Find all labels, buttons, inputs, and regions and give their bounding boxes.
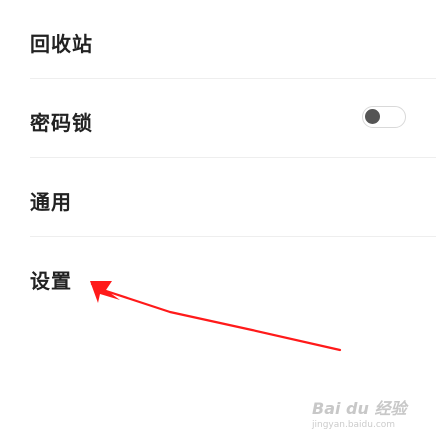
- red-arrow-icon: [90, 281, 342, 352]
- app-screen: { "menu": { "items": [ { "label": "回收站",…: [0, 0, 436, 444]
- watermark-url: jingyan.baidu.com: [312, 420, 396, 430]
- baidu-watermark: Bai du 经验 jingyan.baidu.com: [312, 395, 406, 430]
- watermark-logo: Bai du 经验: [312, 399, 407, 418]
